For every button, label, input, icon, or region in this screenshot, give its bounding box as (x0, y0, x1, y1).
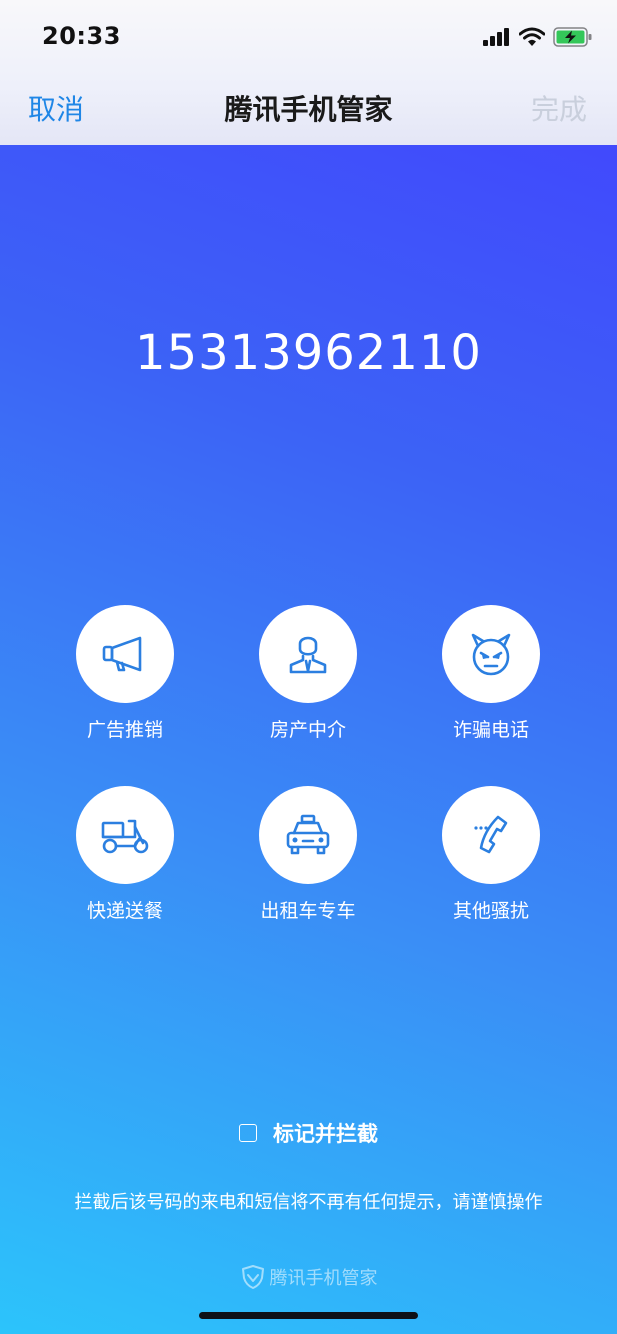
status-icons (483, 27, 593, 47)
category-icon-circle (259, 786, 357, 884)
category-ad-promotion[interactable]: 广告推销 (35, 605, 215, 742)
page-title: 腾讯手机管家 (224, 93, 393, 126)
category-taxi[interactable]: 出租车专车 (218, 786, 398, 923)
taxi-icon (286, 814, 330, 855)
category-icon-circle (76, 786, 174, 884)
block-warning-text: 拦截后该号码的来电和短信将不再有任何提示，请谨慎操作 (74, 1192, 543, 1213)
category-label: 其他骚扰 (452, 900, 529, 922)
category-real-estate[interactable]: 房产中介 (218, 605, 398, 742)
phone-number: 15313962110 (135, 325, 482, 381)
status-time: 20:33 (42, 22, 121, 50)
category-other-harassment[interactable]: 其他骚扰 (401, 786, 581, 923)
signal-icon (483, 28, 509, 46)
category-icon-circle (259, 605, 357, 703)
battery-icon (553, 27, 592, 47)
megaphone-icon (102, 636, 142, 672)
mark-block-label: 标记并拦截 (273, 1122, 378, 1146)
category-label: 出租车专车 (260, 900, 356, 922)
category-label: 房产中介 (269, 719, 346, 741)
category-label: 诈骗电话 (452, 719, 529, 741)
top-bar: 20:33 取消 腾讯手机管家 完成 (0, 0, 617, 145)
category-label: 广告推销 (86, 719, 163, 741)
category-icon-circle (76, 605, 174, 703)
mark-and-block-row[interactable]: 标记并拦截 (0, 1118, 617, 1148)
category-icon-circle (442, 786, 540, 884)
category-delivery[interactable]: 快递送餐 (35, 786, 215, 923)
category-icon-circle (442, 605, 540, 703)
category-label: 快递送餐 (86, 900, 163, 922)
shield-logo-icon (241, 1265, 264, 1289)
category-fraud[interactable]: 诈骗电话 (401, 605, 581, 742)
footer-brand-text: 腾讯手机管家 (269, 1268, 378, 1289)
mark-block-checkbox[interactable] (239, 1124, 257, 1142)
agent-icon (289, 636, 327, 674)
wifi-icon (519, 27, 545, 46)
delivery-scooter-icon (101, 819, 149, 854)
done-button[interactable]: 完成 (531, 88, 587, 128)
footer-brand: 腾讯手机管家 (0, 1264, 617, 1290)
home-indicator[interactable] (199, 1312, 418, 1319)
phone-call-icon (474, 815, 508, 854)
devil-icon (471, 633, 511, 676)
screen: 20:33 取消 腾讯手机管家 完成 15313962110 广告推销 房产中介… (0, 0, 617, 1334)
